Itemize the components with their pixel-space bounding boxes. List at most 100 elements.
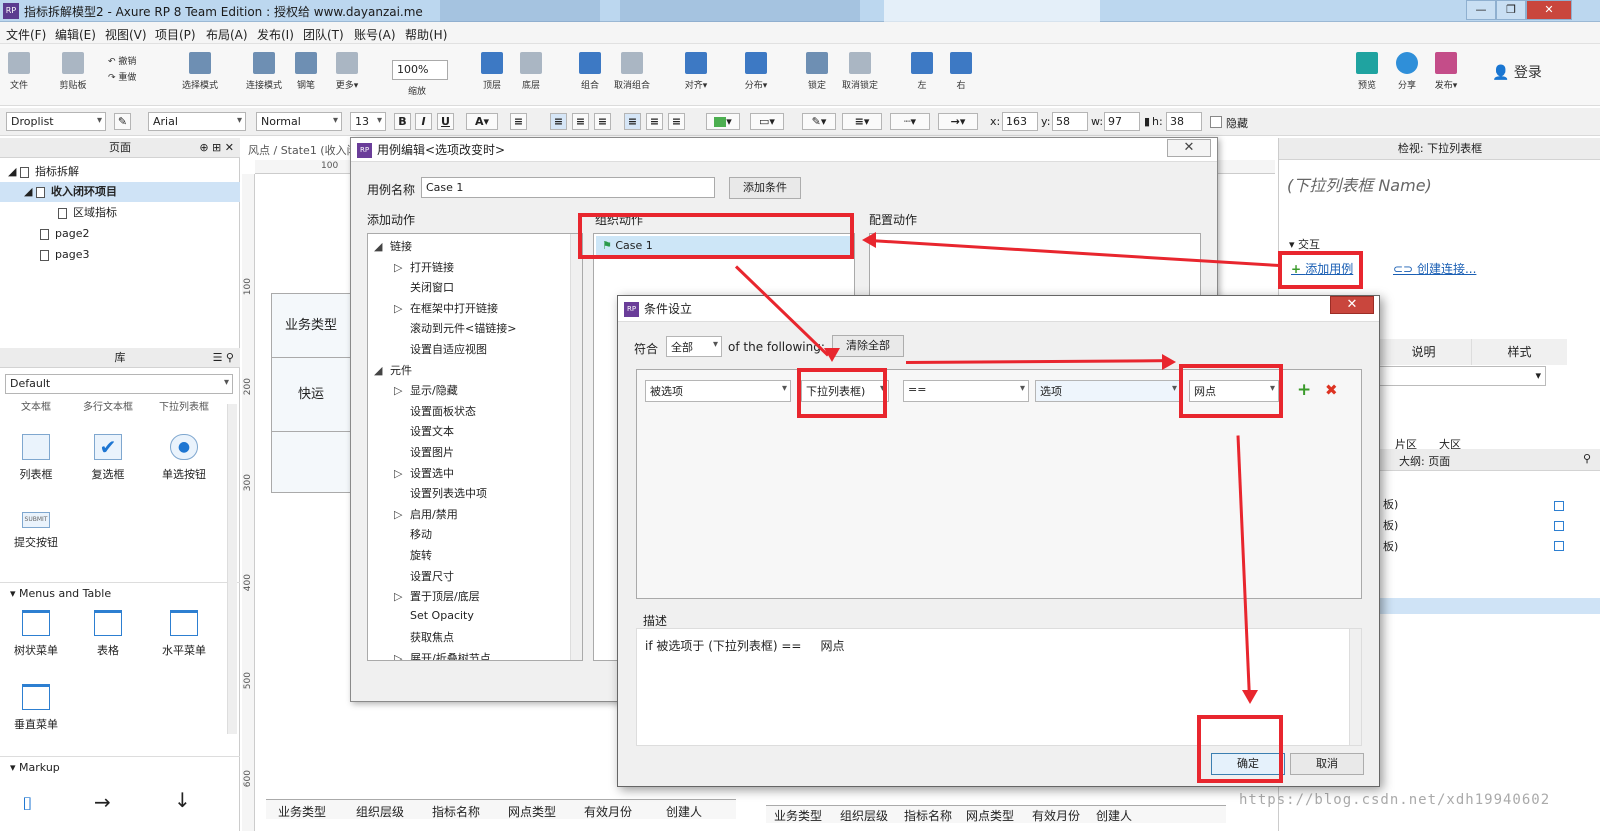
library-item-table[interactable]: 表格 (78, 610, 138, 658)
action-tree-item[interactable]: 获取焦点 (394, 629, 454, 645)
visibility-toggle[interactable] (1554, 501, 1564, 511)
underline-button[interactable]: U (437, 113, 454, 130)
action-tree-item[interactable]: ▷ 展开/折叠树节点 (394, 650, 491, 660)
match-select[interactable]: 全部 (666, 336, 722, 357)
visibility-toggle[interactable] (1554, 521, 1564, 531)
preview-button[interactable]: 预览 (1354, 52, 1380, 91)
group-button[interactable]: 组合 (578, 52, 602, 91)
more-button[interactable]: 更多▾ (333, 52, 361, 91)
maximize-button[interactable]: ❐ (1496, 0, 1526, 20)
library-item-tree-menu[interactable]: 树状菜单 (6, 610, 66, 658)
action-tree-item[interactable]: ▷ 打开链接 (394, 259, 454, 275)
outline-row[interactable]: 板) (1383, 496, 1398, 512)
font-size-select[interactable]: 13 (350, 112, 386, 131)
arrow-right-icon[interactable]: → (94, 790, 111, 814)
widget-type-select[interactable]: Droplist (6, 112, 106, 131)
table-cell[interactable]: 业务类型 (272, 294, 350, 358)
line-color-button[interactable]: ✎▾ (802, 113, 836, 130)
library-item-radio[interactable]: ● 单选按钮 (154, 434, 214, 482)
collapse-icon[interactable]: ▷ (394, 652, 410, 660)
background-tab[interactable] (884, 0, 1100, 22)
action-tree-item[interactable]: 移动 (394, 526, 432, 542)
visibility-toggle[interactable] (1554, 541, 1564, 551)
y-input[interactable]: 58 (1052, 112, 1088, 131)
minimize-button[interactable]: — (1466, 0, 1496, 20)
ungroup-button[interactable]: 取消组合 (612, 52, 652, 91)
h-input[interactable]: 38 (1166, 112, 1202, 131)
bullet-button[interactable]: ≡ (510, 113, 527, 130)
collapse-icon[interactable]: ▷ (394, 508, 410, 521)
canvas-bottom-table-right[interactable]: 业务类型 组织层级 指标名称 网点类型 有效月份 创建人 (766, 805, 1226, 823)
page-item[interactable]: page3 (0, 245, 240, 265)
close-icon[interactable]: ✕ (1330, 296, 1374, 314)
font-color-button[interactable]: A▾ (466, 113, 498, 130)
valign-middle-button[interactable]: ≡ (646, 113, 663, 130)
bring-top-button[interactable]: 顶层 (480, 52, 504, 91)
align-center-text-button[interactable]: ≡ (572, 113, 589, 130)
clipboard-button[interactable]: 剪贴板 (56, 52, 90, 91)
case-name-input[interactable]: Case 1 (421, 177, 715, 198)
action-tree-scrollbar[interactable] (570, 234, 582, 660)
camera-icon[interactable]: ⌷ (22, 794, 33, 815)
condition-field-select[interactable]: 被选项 (645, 380, 791, 402)
x-input[interactable]: 163 (1002, 112, 1038, 131)
outline-row[interactable]: 板) (1383, 517, 1398, 533)
menu-view[interactable]: 视图(V) (105, 26, 147, 43)
collapse-icon[interactable]: ▷ (394, 384, 410, 397)
close-icon[interactable]: ✕ (1167, 139, 1211, 157)
collapse-icon[interactable]: ▷ (394, 590, 410, 603)
outline-row[interactable]: 板) (1383, 538, 1398, 554)
publish-button[interactable]: 发布▾ (1432, 52, 1460, 91)
page-actions-icon[interactable]: ⊕ ⊞ ✕ (199, 138, 234, 158)
background-tab[interactable] (440, 0, 600, 22)
library-select[interactable]: Default (5, 374, 233, 394)
undo-button[interactable]: ↶ 撤销 (108, 54, 136, 67)
page-item[interactable]: page2 (0, 224, 240, 244)
expand-icon[interactable]: ◢ (374, 240, 390, 253)
library-item-listbox[interactable]: 列表框 (6, 434, 66, 482)
hidden-checkbox[interactable] (1210, 116, 1222, 128)
widget-style-icon[interactable]: ✎ (114, 113, 131, 130)
action-tree-item[interactable]: 设置面板状态 (394, 403, 476, 419)
action-tree-item[interactable]: 滚动到元件<锚链接> (394, 320, 516, 336)
expand-icon[interactable]: ◢ (374, 364, 390, 377)
distribute-button[interactable]: 分布▾ (742, 52, 770, 91)
library-menu-icon[interactable]: ☰ ⚲ (213, 348, 234, 368)
table-cell[interactable]: 快运 (272, 358, 350, 432)
page-item-selected[interactable]: ◢ 收入闭环项目 (0, 182, 240, 202)
action-tree-item[interactable]: 设置尺寸 (394, 568, 454, 584)
delete-row-icon[interactable]: ✖ (1325, 381, 1338, 399)
align-right-text-button[interactable]: ≡ (594, 113, 611, 130)
library-item-vertical-menu[interactable]: 垂直菜单 (6, 684, 66, 732)
fill-color-button[interactable]: ▾ (706, 113, 740, 130)
align-left-button[interactable]: 左 (910, 52, 934, 91)
line-style-button[interactable]: ┈▾ (890, 113, 930, 130)
arrow-style-button[interactable]: →▾ (938, 113, 978, 130)
menu-publish[interactable]: 发布(I) (257, 26, 294, 43)
library-section-menus[interactable]: ▾ Menus and Table (0, 582, 240, 600)
zoom-select[interactable]: 100% (392, 60, 448, 80)
library-item-checkbox[interactable]: ✔ 复选框 (78, 434, 138, 482)
page-item[interactable]: 区域指标 (0, 203, 240, 223)
send-bottom-button[interactable]: 底层 (519, 52, 543, 91)
arrow-down-icon[interactable]: ↓ (174, 788, 191, 812)
action-tree-item[interactable]: ▷ 启用/禁用 (394, 506, 458, 522)
menu-account[interactable]: 账号(A) (354, 26, 396, 43)
library-section-markup[interactable]: ▾ Markup (0, 756, 240, 774)
action-tree-item[interactable]: ▷ 置于顶层/底层 (394, 588, 480, 604)
action-tree-item[interactable]: 设置自适应视图 (394, 341, 487, 357)
shadow-button[interactable]: ▭▾ (750, 113, 784, 130)
action-tree-item[interactable]: 旋转 (394, 547, 432, 563)
align-button[interactable]: 对齐▾ (682, 52, 710, 91)
background-tab[interactable] (620, 0, 860, 22)
menu-layout[interactable]: 布局(A) (206, 26, 248, 43)
valign-top-button[interactable]: ≡ (624, 113, 641, 130)
canvas-bottom-table[interactable]: 业务类型 组织层级 指标名称 网点类型 有效月份 创建人 (266, 799, 736, 819)
action-tree-category[interactable]: ◢ 元件 (374, 362, 412, 378)
close-window-button[interactable]: ✕ (1526, 0, 1572, 20)
add-row-icon[interactable]: + (1297, 380, 1311, 400)
interaction-section[interactable]: ▾ 交互 (1289, 236, 1320, 252)
action-tree-item[interactable]: ▷ 显示/隐藏 (394, 382, 458, 398)
clear-all-button[interactable]: 清除全部 (832, 335, 904, 357)
action-tree-item[interactable]: ▷ 在框架中打开链接 (394, 300, 498, 316)
